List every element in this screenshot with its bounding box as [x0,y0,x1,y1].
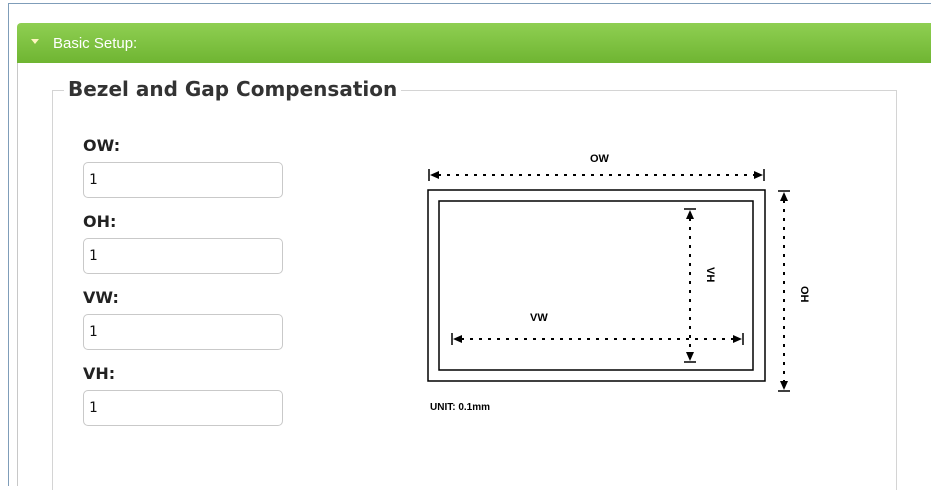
vw-input[interactable] [83,314,283,350]
basic-setup-header[interactable]: Basic Setup: [17,23,931,63]
ow-label: OW: [83,136,121,155]
bezel-gap-fieldset [52,90,897,490]
vh-input[interactable] [83,390,283,426]
collapse-arrow-icon[interactable] [31,39,39,44]
basic-setup-title: Basic Setup: [53,35,138,52]
bezel-gap-legend: Bezel and Gap Compensation [64,77,402,101]
vh-label: VH: [83,364,116,383]
oh-input[interactable] [83,238,283,274]
oh-label: OH: [83,212,117,231]
ow-input[interactable] [83,162,283,198]
vw-label: VW: [83,288,119,307]
